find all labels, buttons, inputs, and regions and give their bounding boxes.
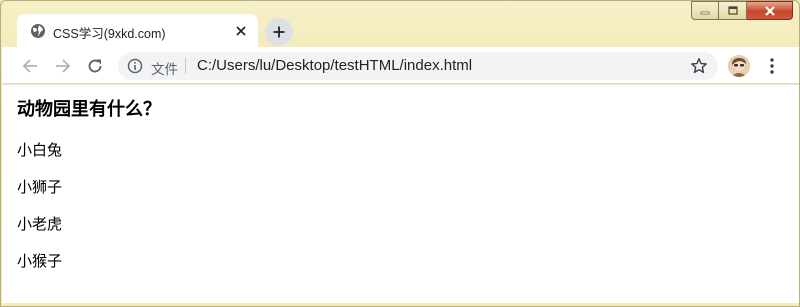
reload-button[interactable] — [82, 53, 108, 79]
tab-strip: CSS学习(9xkd.com) — [1, 1, 800, 48]
window-close-button[interactable] — [747, 1, 793, 20]
star-icon[interactable] — [690, 57, 708, 75]
browser-toolbar: 文件 C:/Users/lu/Desktop/testHTML/index.ht… — [2, 47, 799, 84]
plus-icon — [273, 26, 285, 38]
omnibox-divider — [185, 58, 186, 74]
back-button[interactable] — [17, 53, 43, 79]
maximize-icon — [727, 6, 738, 15]
window-controls — [691, 1, 793, 21]
more-vertical-icon — [770, 58, 774, 74]
minimize-icon — [700, 11, 710, 14]
browser-menu-button[interactable] — [760, 53, 784, 79]
browser-window: CSS学习(9xkd.com) 文件 C:/Users/lu/Desktop/t… — [0, 0, 800, 307]
profile-avatar[interactable] — [728, 55, 750, 77]
reload-icon — [88, 59, 102, 73]
globe-icon — [31, 24, 45, 38]
new-tab-button[interactable] — [265, 18, 293, 46]
address-bar[interactable]: 文件 C:/Users/lu/Desktop/testHTML/index.ht… — [118, 52, 718, 80]
list-item: 小老虎 — [17, 215, 63, 233]
tab-close-button[interactable] — [231, 21, 251, 41]
scheme-label: 文件 — [151, 62, 178, 78]
page-viewport: 动物园里有什么？ 小白兔 小狮子 小老虎 小猴子 — [2, 85, 799, 303]
info-icon[interactable] — [127, 58, 143, 74]
avatar-icon — [728, 55, 750, 77]
minimize-button[interactable] — [691, 1, 719, 20]
maximize-button[interactable] — [719, 1, 747, 20]
arrow-left-icon — [22, 59, 37, 73]
tab-active[interactable]: CSS学习(9xkd.com) — [17, 14, 258, 48]
list-item: 小白兔 — [17, 141, 63, 159]
forward-button[interactable] — [50, 53, 76, 79]
list-item: 小狮子 — [17, 178, 63, 196]
page-heading: 动物园里有什么？ — [17, 99, 161, 120]
arrow-right-icon — [56, 59, 71, 73]
close-icon — [236, 26, 246, 36]
tab-title: CSS学习(9xkd.com) — [53, 27, 166, 41]
close-icon — [764, 5, 775, 16]
url-text[interactable]: C:/Users/lu/Desktop/testHTML/index.html — [197, 57, 472, 74]
list-item: 小猴子 — [17, 252, 63, 270]
